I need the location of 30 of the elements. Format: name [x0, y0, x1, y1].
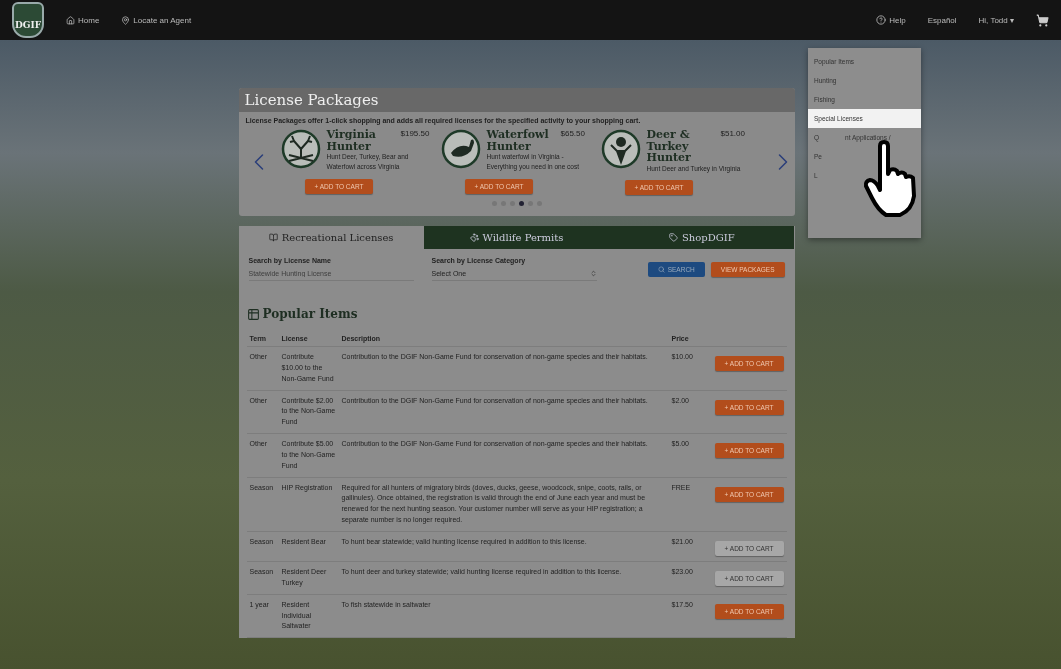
nav-link[interactable]: Español — [927, 15, 957, 25]
home-icon — [66, 15, 75, 25]
package-name: Deer & Turkey Hunter — [646, 129, 692, 164]
logo[interactable]: DGIF — [12, 2, 44, 38]
tab[interactable]: Wildlife Permits — [423, 226, 610, 250]
table-icon — [246, 307, 260, 321]
nav-link[interactable]: Hi, Todd ▾ — [978, 15, 1014, 25]
package-name: Virginia Hunter — [326, 129, 377, 153]
package-price: $65.50 — [560, 129, 585, 140]
package-name: Waterfowl Hunter — [486, 129, 550, 153]
updown-arrows-icon — [589, 270, 597, 278]
tag-icon — [669, 233, 678, 243]
book-icon — [268, 233, 278, 243]
package-price: $195.50 — [400, 129, 430, 140]
panel-title: License Packages — [238, 88, 795, 112]
package-price: $51.00 — [720, 129, 745, 140]
nav-link[interactable]: Home — [66, 15, 100, 25]
help-icon — [876, 15, 887, 25]
deer-emblem-icon — [600, 129, 641, 169]
pin-icon — [121, 15, 131, 25]
cart-icon[interactable] — [1036, 13, 1049, 27]
carousel-dot[interactable] — [518, 201, 524, 207]
antlers-emblem-icon — [280, 129, 321, 169]
duck-emblem-icon — [440, 129, 481, 169]
section-heading: Popular Items — [262, 307, 358, 322]
nav-link[interactable]: Help — [876, 15, 906, 25]
paw-icon — [469, 233, 479, 243]
search-icon — [657, 266, 665, 274]
tab[interactable]: ShopDGIF — [609, 226, 795, 250]
nav-link[interactable]: Locate an Agent — [121, 15, 192, 25]
